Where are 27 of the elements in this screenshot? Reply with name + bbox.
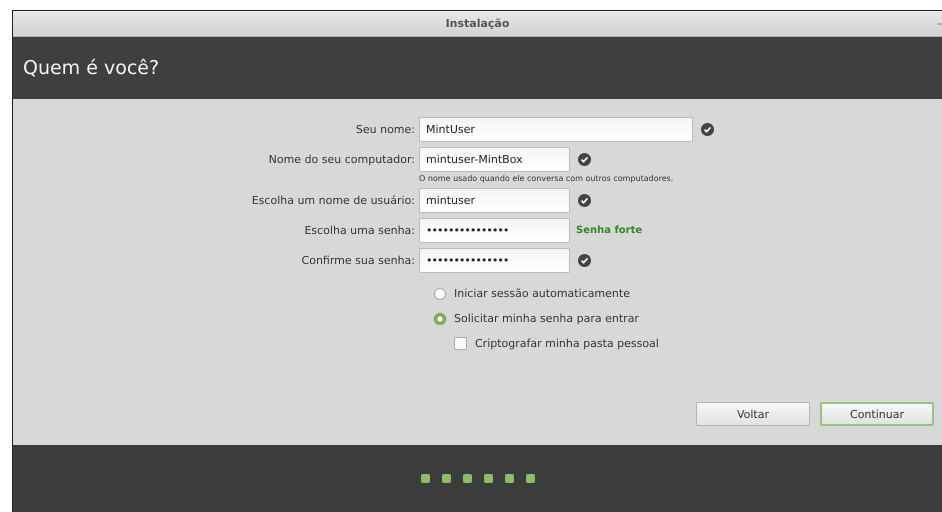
check-icon [578,194,591,207]
field-label: Confirme sua senha: [300,254,415,267]
back-button[interactable]: Voltar [696,402,810,426]
password-strength: Senha forte [576,225,642,236]
radio-label: Solicitar minha senha para entrar [454,312,639,325]
field-label: Seu nome: [354,123,415,136]
field-hint: O nome usado quando ele conversa com outros computadores. [419,174,674,183]
check-icon [578,153,591,166]
continue-button[interactable]: Continuar [820,402,934,426]
check-icon [578,254,591,267]
radio-button[interactable] [434,312,446,324]
password-field[interactable]: ••••••••••••••• [419,248,570,273]
minimize-button[interactable]: – [936,17,942,30]
checkbox[interactable] [454,337,467,350]
window-title: Instalação [446,17,510,30]
page-heading: Quem é você? [23,57,160,79]
field-label: Escolha uma senha: [303,224,415,237]
field-label: Escolha um nome de usuário: [250,194,415,207]
input-field[interactable]: mintuser-MintBox [419,147,570,172]
field-label: Nome do seu computador: [268,153,415,166]
input-field[interactable]: mintuser [419,188,570,213]
checkbox-label: Criptografar minha pasta pessoal [475,337,659,350]
check-icon [701,123,714,136]
radio-label: Iniciar sessão automaticamente [454,287,630,300]
password-field[interactable]: ••••••••••••••• [419,218,570,243]
radio-button[interactable] [434,288,446,300]
input-field[interactable]: MintUser [419,117,693,142]
